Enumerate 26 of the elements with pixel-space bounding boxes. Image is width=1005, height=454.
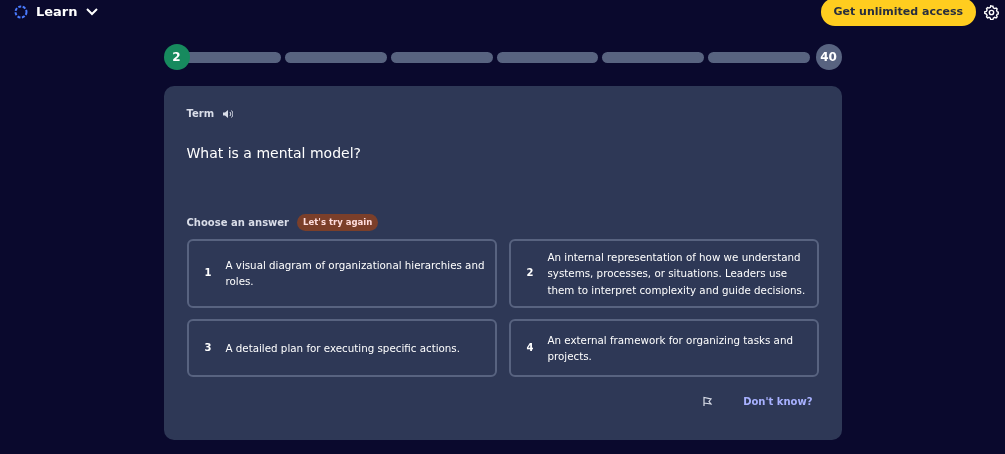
option-text: An external framework for organizing tasks and projects. xyxy=(547,332,794,365)
option-number: 4 xyxy=(526,341,534,356)
answer-option[interactable]: 4 An external framework for organizing tasks and projects. xyxy=(508,319,819,378)
answer-option[interactable]: 3 A detailed plan for executing specific actions. xyxy=(186,319,497,378)
current-step-badge: 2 xyxy=(163,44,190,70)
retry-tag: Let's try again xyxy=(297,214,379,231)
option-text: A detailed plan for executing specific actions. xyxy=(225,340,460,356)
upgrade-button[interactable]: Get unlimited access xyxy=(820,0,976,27)
option-number: 3 xyxy=(204,341,212,356)
question-text: What is a mental model? xyxy=(186,144,362,163)
settings-icon[interactable] xyxy=(984,4,999,20)
mode-label[interactable]: Learn xyxy=(36,2,78,22)
option-number: 1 xyxy=(204,266,212,281)
answer-option[interactable]: 1 A visual diagram of organizational hierarchies and roles. xyxy=(186,238,497,309)
speaker-icon[interactable] xyxy=(222,108,234,119)
prompt-label: Choose an answer xyxy=(186,215,290,230)
option-text: A visual diagram of organizational hierarchies and roles. xyxy=(225,258,485,290)
logo-icon xyxy=(14,5,28,19)
flag-icon[interactable] xyxy=(702,396,714,408)
total-steps-badge: 40 xyxy=(815,44,842,70)
dont-know-link[interactable]: Don't know? xyxy=(737,393,819,411)
option-text: An internal representation of how we understand systems, processes, or situations. Leaders use them to interpret complexity and guide decisions. xyxy=(547,249,807,298)
answer-option[interactable]: 2 An internal representation of how we understand systems, processes, or situations. Leaders use them to interpret complexity and guide decisions. xyxy=(508,238,819,309)
term-label: Term xyxy=(186,107,215,121)
option-number: 2 xyxy=(526,266,534,281)
chevron-down-icon[interactable] xyxy=(85,8,98,16)
